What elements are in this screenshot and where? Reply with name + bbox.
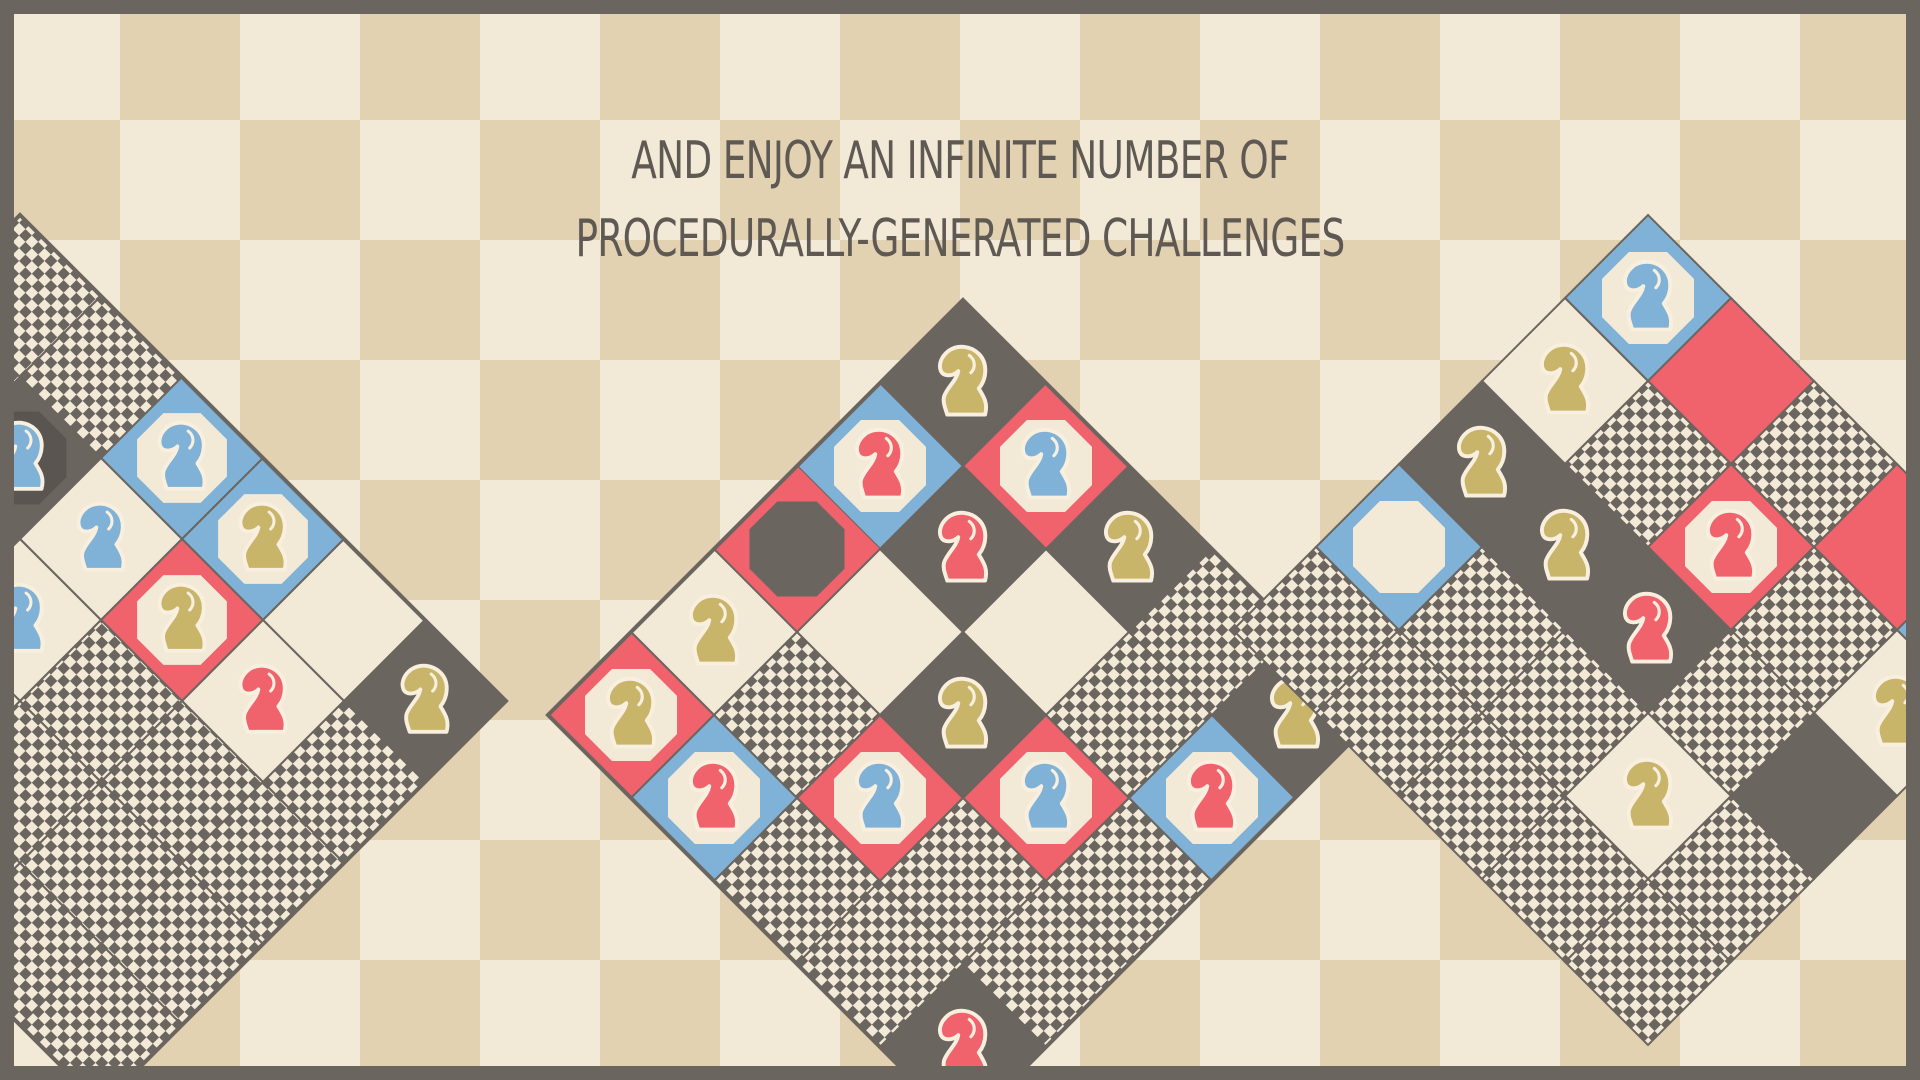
promo-caption: AND ENJOY AN INFINITE NUMBER OF PROCEDUR… [269, 122, 1651, 278]
caption-line-2: PROCEDURALLY-GENERATED CHALLENGES [575, 209, 1345, 269]
right-board [1231, 213, 1920, 1047]
center-board [545, 297, 1381, 1080]
game-background: AND ENJOY AN INFINITE NUMBER OF PROCEDUR… [0, 0, 1920, 1080]
left-board [0, 212, 509, 1080]
caption-line-1: AND ENJOY AN INFINITE NUMBER OF [631, 131, 1289, 191]
